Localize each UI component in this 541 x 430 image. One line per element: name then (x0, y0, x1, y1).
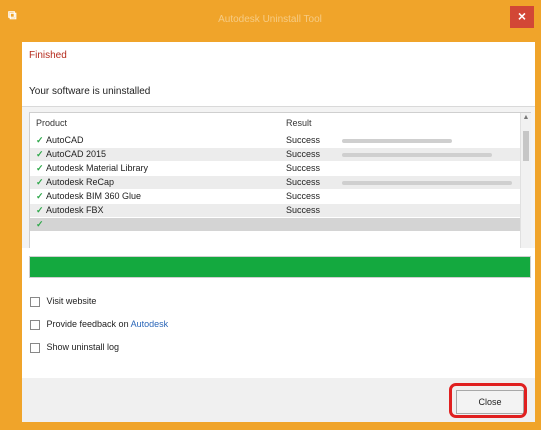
column-header-result[interactable]: Result (286, 118, 312, 128)
dialog-client: Finished Your software is uninstalled Pr… (22, 42, 535, 422)
list-item[interactable]: ✓ AutoCAD Success (30, 134, 520, 147)
progress-area (22, 248, 535, 284)
option-show-log[interactable]: Show uninstall log (30, 340, 119, 354)
checkmark-icon: ✓ (36, 177, 44, 187)
highlight-box (449, 383, 527, 418)
list-item[interactable]: ✓ AutoCAD 2015 Success (30, 148, 520, 161)
title-bar: ⧉ Autodesk Uninstall Tool × (0, 0, 541, 42)
page-title: Finished (29, 50, 67, 61)
list-item[interactable]: ✓ Autodesk FBX Success (30, 204, 520, 217)
checkbox[interactable] (30, 296, 40, 307)
header-area: Finished Your software is uninstalled (22, 42, 535, 107)
checkmark-icon: ✓ (36, 191, 44, 201)
feedback-link[interactable]: Autodesk (131, 319, 169, 329)
checkmark-icon: ✓ (36, 135, 44, 145)
list-item[interactable]: ✓ Autodesk BIM 360 Glue Success (30, 190, 520, 203)
list-item[interactable]: ✓ Autodesk Material Library Success (30, 162, 520, 175)
app-icon: ⧉ (8, 8, 17, 22)
option-visit-website[interactable]: Visit website (30, 294, 96, 308)
dialog-footer: Close (22, 378, 535, 422)
progress-fill (30, 257, 530, 277)
scroll-thumb[interactable] (523, 131, 529, 161)
progress-bar (29, 256, 531, 278)
detail-text (342, 139, 452, 143)
column-header-product[interactable]: Product (36, 118, 67, 128)
detail-text (342, 153, 492, 157)
checkmark-icon: ✓ (36, 219, 44, 229)
list-item[interactable]: ✓ Autodesk ReCap Success (30, 176, 520, 189)
checkbox[interactable] (30, 342, 40, 353)
checkmark-icon: ✓ (36, 149, 44, 159)
checkbox[interactable] (30, 319, 40, 330)
page-subtitle: Your software is uninstalled (29, 86, 151, 97)
close-window-icon[interactable]: × (510, 6, 534, 28)
list-item[interactable]: ✓ (30, 218, 520, 231)
window-title: Autodesk Uninstall Tool (218, 14, 322, 25)
options-area: Visit website Provide feedback on Autode… (22, 284, 535, 379)
checkmark-icon: ✓ (36, 163, 44, 173)
detail-text (342, 181, 512, 185)
uninstall-window: ⧉ Autodesk Uninstall Tool × Finished You… (0, 0, 541, 430)
checkmark-icon: ✓ (36, 205, 44, 215)
scroll-up-icon[interactable]: ▲ (522, 114, 530, 122)
option-feedback[interactable]: Provide feedback on Autodesk (30, 317, 168, 331)
